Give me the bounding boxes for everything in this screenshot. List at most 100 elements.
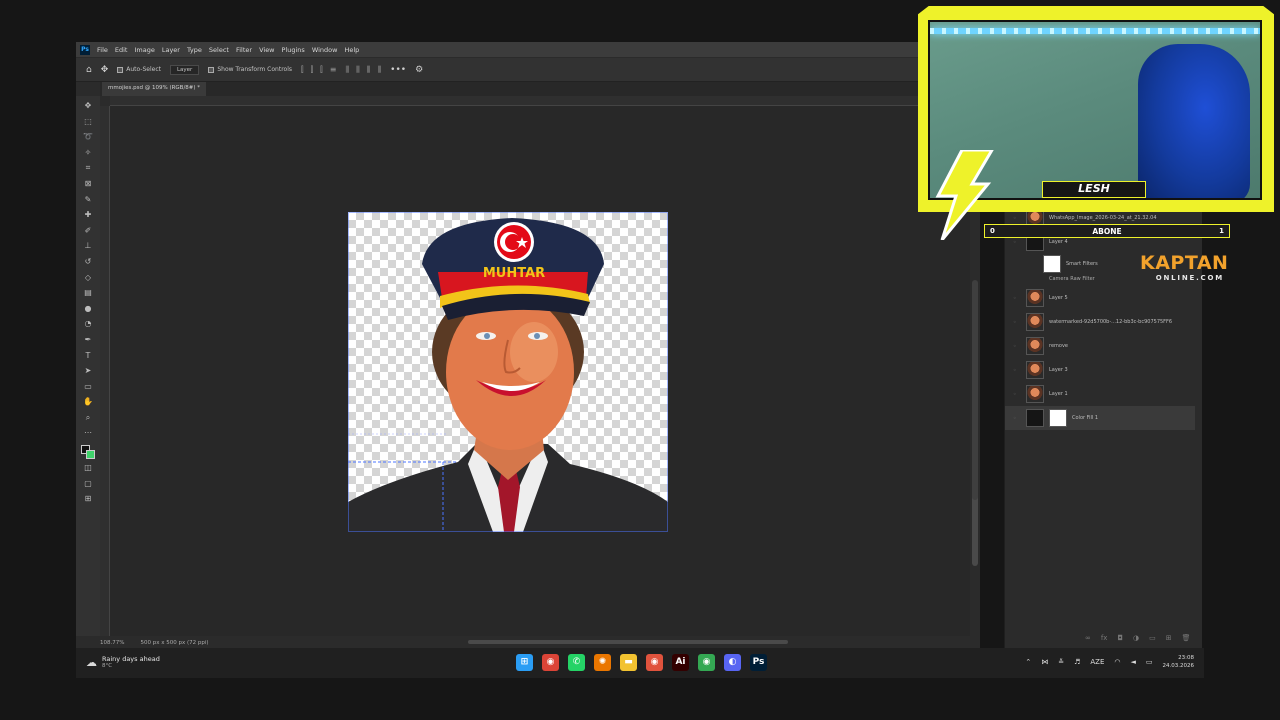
new-group-icon[interactable]: ▭: [1149, 634, 1156, 642]
align-center-icon[interactable]: ⫿: [311, 65, 314, 75]
chrome-third-icon[interactable]: ◉: [698, 654, 715, 671]
smart-filter-name[interactable]: Camera Raw Filter: [1049, 276, 1095, 282]
volume-icon[interactable]: ◄: [1130, 658, 1135, 666]
align-left-icon[interactable]: ⫿: [301, 65, 304, 75]
brush-icon[interactable]: ✐: [82, 225, 94, 238]
wifi-icon[interactable]: ◠: [1114, 658, 1120, 666]
edit-toolbar-icon[interactable]: ⊞: [82, 493, 94, 506]
tray-app-icon[interactable]: ⋈: [1041, 658, 1048, 666]
layer-row[interactable]: ◦ Layer 3: [1005, 358, 1195, 382]
align-top-icon[interactable]: ⫼: [345, 65, 349, 75]
new-layer-icon[interactable]: ⊞: [1166, 634, 1172, 642]
visibility-icon[interactable]: ◦: [1013, 343, 1021, 350]
menu-image[interactable]: Image: [134, 46, 154, 54]
pen-icon[interactable]: ✒: [82, 334, 94, 347]
weather-widget[interactable]: ☁ Rainy days ahead 8°C: [86, 655, 160, 669]
layer-row[interactable]: ◦ Color Fill 1: [1005, 406, 1195, 430]
lasso-icon[interactable]: ➰: [82, 131, 94, 144]
menu-view[interactable]: View: [259, 46, 274, 54]
layer-row[interactable]: ◦ watermarked-92d5700b-...12-bb3c-bc9075…: [1005, 310, 1195, 334]
layer-row[interactable]: ◦ Layer 5: [1005, 286, 1195, 310]
visibility-icon[interactable]: ◦: [1013, 295, 1021, 302]
chrome-alt-icon[interactable]: ◉: [646, 654, 663, 671]
file-explorer-icon[interactable]: ▬: [620, 654, 637, 671]
healing-icon[interactable]: ✚: [82, 209, 94, 222]
visibility-icon[interactable]: ◦: [1013, 215, 1021, 222]
adjustment-icon[interactable]: ◑: [1133, 634, 1139, 642]
home-icon[interactable]: ⌂: [86, 65, 92, 75]
discord-icon[interactable]: ◐: [724, 654, 741, 671]
document-tab[interactable]: mmojies.psd @ 109% (RGB/8#) *: [102, 82, 207, 96]
menu-filter[interactable]: Filter: [236, 46, 252, 54]
menu-edit[interactable]: Edit: [115, 46, 128, 54]
auto-select-checkbox[interactable]: Auto-Select: [117, 66, 161, 73]
language-indicator[interactable]: AZE: [1090, 658, 1104, 666]
hand-icon[interactable]: ✋: [82, 396, 94, 409]
chrome-icon[interactable]: ◉: [542, 654, 559, 671]
screen-mode-icon[interactable]: ▢: [82, 478, 94, 491]
illustrator-icon[interactable]: Ai: [672, 654, 689, 671]
canvas-area[interactable]: MUHTAR: [110, 106, 970, 636]
document-canvas[interactable]: MUHTAR: [348, 212, 668, 532]
battery-icon[interactable]: ▭: [1146, 658, 1153, 666]
horizontal-scroll-thumb[interactable]: [468, 640, 788, 644]
tray-settings-icon[interactable]: ≚: [1058, 658, 1064, 666]
horizontal-scrollbar[interactable]: [246, 638, 970, 646]
layer-row[interactable]: ◦ remove: [1005, 334, 1195, 358]
crop-icon[interactable]: ⌗: [82, 162, 94, 175]
auto-select-dropdown[interactable]: Layer: [169, 64, 200, 75]
visibility-icon[interactable]: ◦: [1013, 415, 1021, 422]
stamp-icon[interactable]: ⊥: [82, 240, 94, 253]
menu-layer[interactable]: Layer: [162, 46, 180, 54]
history-brush-icon[interactable]: ↺: [82, 256, 94, 269]
visibility-icon[interactable]: ◦: [1013, 391, 1021, 398]
menu-type[interactable]: Type: [187, 46, 202, 54]
distribute-icon[interactable]: ≡: [330, 65, 337, 75]
align-middle-icon[interactable]: ⫼: [356, 65, 360, 75]
settings-gear-icon[interactable]: ⚙: [415, 65, 423, 75]
eraser-icon[interactable]: ◇: [82, 272, 94, 285]
more-options-button[interactable]: •••: [390, 65, 406, 75]
zoom-icon[interactable]: ⌕: [82, 412, 94, 425]
blur-icon[interactable]: ●: [82, 303, 94, 316]
rectangle-icon[interactable]: ▭: [82, 381, 94, 394]
move-icon[interactable]: ✥: [82, 100, 94, 113]
menu-window[interactable]: Window: [312, 46, 338, 54]
frame-icon[interactable]: ⊠: [82, 178, 94, 191]
move-tool-icon[interactable]: ✥: [101, 65, 109, 75]
layer-row[interactable]: ◦ Layer 1: [1005, 382, 1195, 406]
add-mask-icon[interactable]: ◘: [1117, 634, 1123, 642]
magic-wand-icon[interactable]: ✧: [82, 147, 94, 160]
visibility-icon[interactable]: ◦: [1013, 367, 1021, 374]
fx-icon[interactable]: fx: [1101, 634, 1108, 642]
align-bottom-icon[interactable]: ⫼: [367, 65, 371, 75]
visibility-icon[interactable]: ◦: [1013, 239, 1021, 246]
menu-help[interactable]: Help: [344, 46, 359, 54]
quick-mask-icon[interactable]: ◫: [82, 462, 94, 475]
menu-select[interactable]: Select: [209, 46, 229, 54]
panel-scrollbar[interactable]: [972, 280, 978, 500]
dodge-icon[interactable]: ◔: [82, 318, 94, 331]
blender-icon[interactable]: ✺: [594, 654, 611, 671]
marquee-icon[interactable]: ⬚: [82, 116, 94, 129]
align-right-icon[interactable]: ⫿: [320, 65, 323, 75]
background-color[interactable]: [86, 450, 95, 460]
clock[interactable]: 23:08 24.03.2026: [1163, 654, 1195, 670]
gradient-icon[interactable]: ▤: [82, 287, 94, 300]
distribute-vertical-icon[interactable]: ⫼: [377, 65, 381, 75]
transform-controls-checkbox[interactable]: Show Transform Controls: [208, 66, 292, 73]
photoshop-task-icon[interactable]: Ps: [750, 654, 767, 671]
menu-plugins[interactable]: Plugins: [282, 46, 305, 54]
path-select-icon[interactable]: ➤: [82, 365, 94, 378]
menu-file[interactable]: File: [97, 46, 108, 54]
visibility-icon[interactable]: ◦: [1013, 319, 1021, 326]
chevron-up-icon[interactable]: ⌃: [1025, 658, 1031, 666]
microphone-icon[interactable]: ♬: [1074, 658, 1080, 666]
type-icon[interactable]: T: [82, 350, 94, 363]
link-layers-icon[interactable]: ∞: [1085, 634, 1091, 642]
windows-start-icon[interactable]: ⊞: [516, 654, 533, 671]
eyedropper-icon[interactable]: ✎: [82, 194, 94, 207]
whatsapp-icon[interactable]: ✆: [568, 654, 585, 671]
more-tools-icon[interactable]: ⋯: [82, 427, 94, 440]
delete-layer-icon[interactable]: 🗑: [1182, 634, 1191, 642]
